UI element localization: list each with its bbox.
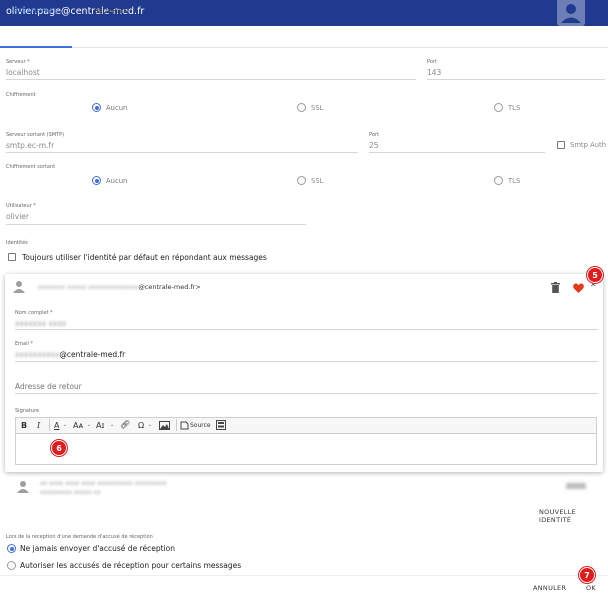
identity-summary[interactable]: xxxxxxx xxxxx xxxxxxxxxxxxx@centrale-med… (38, 283, 201, 291)
encryption-label: Chiffrement (6, 92, 36, 98)
default-identity-checkbox[interactable] (8, 253, 16, 261)
chevron-down-icon[interactable]: ⌄ (110, 422, 114, 428)
out-encryption-option-ssl: SSL (311, 177, 324, 185)
toolbar-divider (176, 419, 177, 431)
user-input[interactable]: olivier (6, 212, 29, 221)
chevron-down-icon[interactable]: ⌄ (148, 422, 152, 428)
annotation-badge-6: 6 (51, 440, 67, 456)
out-encryption-radio-aucun[interactable] (92, 176, 101, 185)
signature-label: Signature (15, 408, 40, 414)
default-identity-label: Toujours utiliser l'identité par défaut … (22, 253, 267, 262)
smtp-auth-label: Smtp Auth (570, 141, 607, 149)
annotation-badge-7: 7 (579, 567, 595, 583)
dialog-footer (0, 575, 608, 600)
smtp-server-input[interactable]: smtp.ec-m.fr (6, 141, 54, 150)
email-redacted: xxxxxxxxxx (15, 350, 60, 359)
encryption-radio-aucun[interactable] (92, 103, 101, 112)
template-icon[interactable] (216, 420, 226, 430)
bold-button[interactable]: B (21, 421, 27, 430)
identity-summary-domain: @centrale-med.fr> (138, 283, 201, 291)
person-icon (13, 281, 25, 293)
reply-address-underline (15, 393, 598, 394)
special-char-icon[interactable]: Ω (138, 421, 144, 430)
server-input[interactable]: localhost (6, 68, 40, 77)
server-underline (6, 79, 416, 80)
annotation-badge-5: 5 (587, 267, 603, 283)
identity-summary-redacted: xxxxxxx xxxxx xxxxxxxxxxxxx (38, 283, 139, 291)
full-name-underline (15, 329, 598, 330)
email-underline (15, 361, 598, 362)
delete-icon[interactable] (551, 282, 560, 293)
tab-parametres[interactable]: PARAMÈTRES (0, 8, 72, 15)
cancel-button[interactable]: ANNULER (533, 584, 566, 592)
image-icon[interactable] (159, 421, 170, 430)
user-underline (6, 224, 306, 225)
signature-content[interactable] (16, 435, 596, 464)
new-identity-button[interactable]: NOUVELLE IDENTITÉ (539, 508, 608, 524)
second-identity-actions[interactable] (566, 483, 586, 489)
link-icon[interactable]: 🔗︎ (120, 420, 130, 429)
encryption-option-aucun: Aucun (106, 104, 128, 112)
smtp-port-underline (369, 152, 545, 153)
encryption-radio-tls[interactable] (494, 103, 503, 112)
identities-label: Identités (6, 240, 28, 246)
out-encryption-option-tls: TLS (508, 177, 521, 185)
font-size-button[interactable]: Aᴀ (73, 421, 83, 430)
email-domain: @centrale-med.fr (59, 350, 126, 359)
tab-securite[interactable]: SÉCURITÉ (86, 8, 136, 15)
port-label: Port (427, 59, 437, 65)
encryption-option-ssl: SSL (311, 104, 324, 112)
email-label: Email * (15, 341, 33, 347)
receipt-radio-never[interactable] (7, 544, 16, 553)
port-underline (427, 79, 605, 80)
ok-button[interactable]: OK (586, 584, 596, 592)
receipts-label: Lors de la réception d'une demande d'acc… (6, 534, 153, 540)
email-input[interactable]: xxxxxxxxxx@centrale-med.fr (15, 350, 125, 359)
server-label: Serveur * (6, 59, 30, 65)
person-icon (17, 481, 29, 493)
smtp-port-label: Port (369, 132, 379, 138)
smtp-auth-checkbox[interactable] (557, 141, 565, 149)
smtp-port-input[interactable]: 25 (369, 141, 379, 150)
out-encryption-option-aucun: Aucun (106, 177, 128, 185)
italic-button[interactable]: I (37, 421, 40, 430)
active-tab-indicator (0, 46, 72, 48)
second-identity-line1[interactable]: xx xxxx xxxx xxxx xxxxxxxxxx xxxxxxxxx (40, 480, 167, 487)
receipt-option-allow: Autoriser les accusés de réception pour … (20, 561, 242, 570)
out-encryption-radio-tls[interactable] (494, 176, 503, 185)
reply-address-input[interactable]: Adresse de retour (15, 382, 82, 391)
smtp-server-label: Serveur sortant (SMTP) (6, 132, 65, 138)
chevron-down-icon[interactable]: ⌄ (63, 422, 67, 428)
tab-bar (0, 26, 608, 48)
user-label: Utilisateur * (6, 203, 36, 209)
toolbar-divider (49, 419, 50, 431)
text-case-button[interactable]: Aɪ (96, 421, 104, 430)
encryption-option-tls: TLS (508, 104, 521, 112)
outgoing-encryption-label: Chiffrement sortant (6, 164, 56, 170)
full-name-label: Nom complet * (15, 310, 53, 316)
out-encryption-radio-ssl[interactable] (297, 176, 306, 185)
smtp-server-underline (6, 152, 358, 153)
font-color-button[interactable]: A (54, 421, 59, 430)
source-icon[interactable] (180, 421, 189, 430)
contact-card-icon (557, 0, 585, 26)
full-name-input[interactable]: xxxxxxx xxxx (15, 319, 66, 328)
receipt-option-never: Ne jamais envoyer d'accusé de réception (20, 544, 175, 553)
receipt-radio-allow[interactable] (7, 561, 16, 570)
encryption-radio-ssl[interactable] (297, 103, 306, 112)
port-input[interactable]: 143 (427, 68, 441, 77)
favorite-heart-icon[interactable] (573, 283, 584, 293)
chevron-down-icon[interactable]: ⌄ (87, 422, 91, 428)
second-identity-line2: xxxxxxxxx xxxxx xx (40, 489, 101, 496)
source-button[interactable]: Source (190, 422, 211, 429)
